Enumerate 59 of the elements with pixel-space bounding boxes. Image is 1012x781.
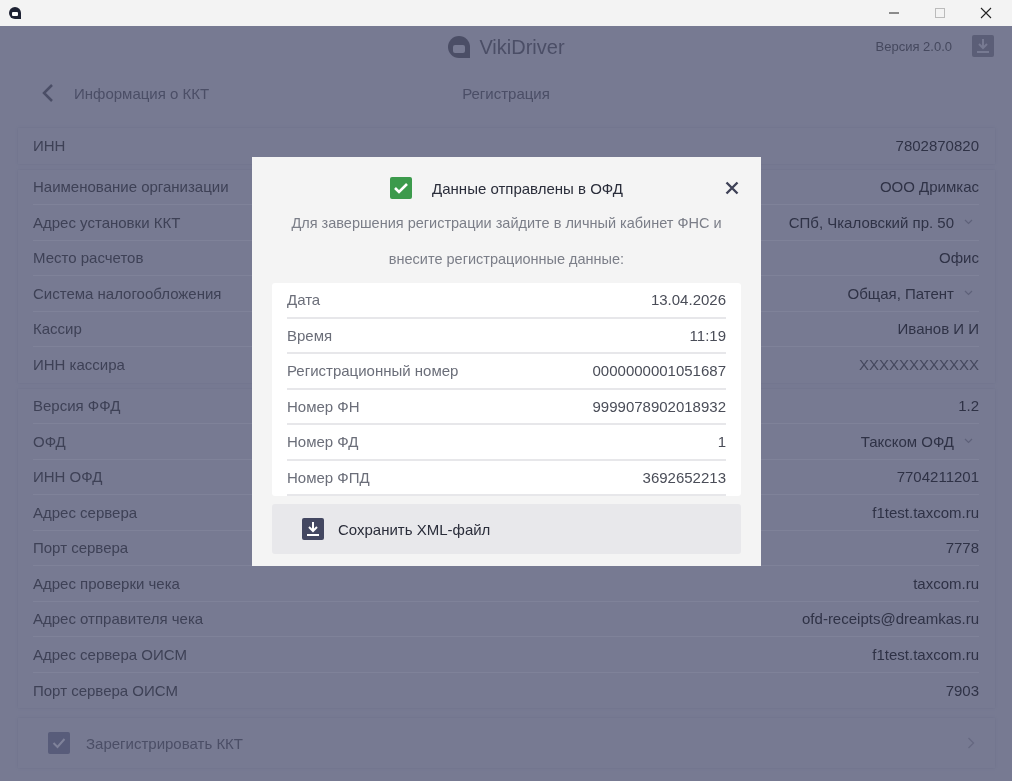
data-value: 0000000001051687: [592, 362, 726, 380]
download-icon: [302, 518, 324, 540]
field-value: 1.2: [958, 397, 979, 415]
field-label: ОФД: [33, 432, 66, 450]
data-label: Номер ФД: [287, 433, 359, 451]
app-icon: [8, 6, 22, 20]
logo-icon: [447, 35, 472, 59]
field-label: Система налогообложения: [33, 284, 222, 302]
field-label: Адрес проверки чека: [33, 574, 180, 592]
chevron-down-icon: [964, 219, 973, 226]
field-value: f1test.taxcom.ru: [872, 645, 979, 663]
field-label: ИНН ОФД: [33, 468, 103, 486]
maximize-icon[interactable]: [934, 7, 946, 19]
field-label: Адрес сервера: [33, 503, 138, 521]
close-icon[interactable]: [980, 7, 992, 19]
chevron-down-icon: [964, 290, 973, 297]
field-label: ИНН кассира: [33, 356, 125, 374]
select-field[interactable]: Общая, Патент: [847, 284, 979, 302]
chevron-left-icon: [42, 83, 54, 103]
field-value: f1test.taxcom.ru: [872, 503, 979, 521]
field-label: Наименование организации: [33, 178, 229, 196]
field-label: Адрес сервера ОИСМ: [33, 645, 187, 663]
field-label: Порт сервера ОИСМ: [33, 681, 178, 699]
chevron-down-icon: [964, 438, 973, 445]
data-label: Дата: [287, 291, 321, 309]
field-value: 7903: [945, 681, 979, 699]
field-label: ИНН: [33, 137, 66, 155]
select-field[interactable]: СПб, Чкаловский пр. 50: [788, 213, 979, 231]
data-value: 3692652213: [642, 468, 726, 486]
field-label: Кассир: [33, 320, 82, 338]
select-field[interactable]: Такском ОФД: [860, 432, 979, 450]
data-value: 1: [717, 433, 726, 451]
data-label: Регистрационный номер: [287, 362, 459, 380]
checkbox[interactable]: [48, 732, 70, 754]
dialog-title: Данные отправлены в ОФД: [432, 179, 623, 197]
field-value: ООО Дримкас: [879, 178, 979, 196]
field-value: 7802870820: [895, 137, 979, 155]
data-label: Время: [287, 326, 333, 344]
field-label: Порт сервера: [33, 539, 129, 557]
close-icon[interactable]: [725, 181, 739, 195]
field-value: Иванов И И: [897, 320, 979, 338]
field-label: Версия ФФД: [33, 397, 121, 415]
field-value: taxcom.ru: [913, 574, 979, 592]
field-value: 7778: [945, 539, 979, 557]
data-value: 11:19: [689, 326, 726, 344]
data-label: Номер ФПД: [287, 468, 370, 486]
data-value: 13.04.2026: [650, 291, 726, 309]
field-value: 7704211201: [896, 468, 979, 486]
dialog-description: Для завершения регистрации зайдите в личный кабинет ФНС и внесите регистрационные данные:: [290, 214, 723, 269]
check-icon: [52, 737, 66, 749]
save-xml-button[interactable]: Сохранить XML-файл: [272, 504, 741, 554]
field-value: ofd-receipts@dreamkas.ru: [802, 610, 979, 628]
field-value: Офис: [939, 249, 979, 267]
field-label: Адрес установки ККТ: [33, 213, 181, 231]
check-icon: [390, 177, 413, 199]
field-label: Адрес отправителя чека: [33, 610, 204, 628]
data-label: Номер ФН: [287, 397, 360, 415]
field-label: Место расчетов: [33, 249, 144, 267]
data-value: 9999078902018932: [592, 397, 726, 415]
